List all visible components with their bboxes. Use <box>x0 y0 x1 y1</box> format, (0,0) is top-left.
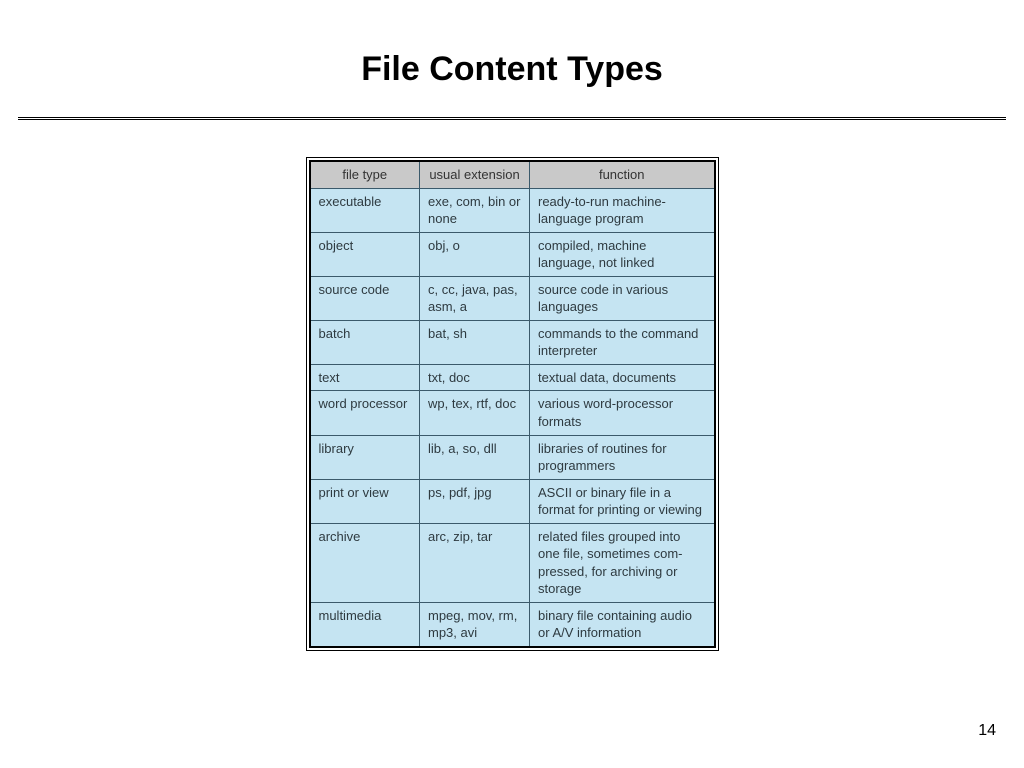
table-row: executableexe, com, bin or noneready-to-… <box>310 188 715 232</box>
cell-function: ready-to-run machine-language program <box>530 188 715 232</box>
page-title: File Content Types <box>18 50 1006 89</box>
cell-extension: arc, zip, tar <box>420 523 530 602</box>
table-row: batchbat, shcommands to the command inte… <box>310 320 715 364</box>
divider <box>18 117 1006 120</box>
cell-function: related files grouped into one file, som… <box>530 523 715 602</box>
table-row: word processorwp, tex, rtf, docvarious w… <box>310 391 715 435</box>
table-row: librarylib, a, so, dlllibraries of routi… <box>310 435 715 479</box>
cell-function: ASCII or binary file in a format for pri… <box>530 479 715 523</box>
cell-file-type: text <box>310 364 420 391</box>
table-row: texttxt, doctextual data, documents <box>310 364 715 391</box>
cell-function: commands to the command interpreter <box>530 320 715 364</box>
cell-function: textual data, documents <box>530 364 715 391</box>
cell-extension: ps, pdf, jpg <box>420 479 530 523</box>
cell-extension: mpeg, mov, rm, mp3, avi <box>420 602 530 647</box>
cell-file-type: library <box>310 435 420 479</box>
cell-extension: txt, doc <box>420 364 530 391</box>
table-row: multimediampeg, mov, rm, mp3, avibinary … <box>310 602 715 647</box>
header-file-type: file type <box>310 161 420 188</box>
cell-file-type: object <box>310 232 420 276</box>
cell-function: binary file containing audio or A/V info… <box>530 602 715 647</box>
cell-file-type: executable <box>310 188 420 232</box>
cell-file-type: source code <box>310 276 420 320</box>
cell-extension: wp, tex, rtf, doc <box>420 391 530 435</box>
cell-extension: obj, o <box>420 232 530 276</box>
cell-extension: bat, sh <box>420 320 530 364</box>
file-types-table: file type usual extension function execu… <box>309 160 716 648</box>
table-row: source codec, cc, java, pas, asm, asourc… <box>310 276 715 320</box>
header-extension: usual extension <box>420 161 530 188</box>
cell-extension: lib, a, so, dll <box>420 435 530 479</box>
cell-file-type: word processor <box>310 391 420 435</box>
table-row: objectobj, ocompiled, machine language, … <box>310 232 715 276</box>
cell-file-type: print or view <box>310 479 420 523</box>
table-row: print or viewps, pdf, jpgASCII or binary… <box>310 479 715 523</box>
cell-extension: c, cc, java, pas, asm, a <box>420 276 530 320</box>
table-header-row: file type usual extension function <box>310 161 715 188</box>
page-number: 14 <box>978 722 996 740</box>
cell-function: various word-processor formats <box>530 391 715 435</box>
cell-function: compiled, machine language, not linked <box>530 232 715 276</box>
cell-file-type: archive <box>310 523 420 602</box>
cell-extension: exe, com, bin or none <box>420 188 530 232</box>
header-function: function <box>530 161 715 188</box>
cell-function: libraries of routines for programmers <box>530 435 715 479</box>
cell-file-type: multimedia <box>310 602 420 647</box>
cell-file-type: batch <box>310 320 420 364</box>
table-row: archivearc, zip, tarrelated files groupe… <box>310 523 715 602</box>
cell-function: source code in various languages <box>530 276 715 320</box>
